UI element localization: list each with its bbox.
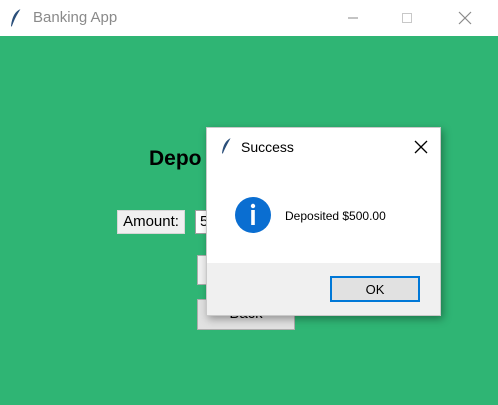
dialog-close-button[interactable]: [407, 134, 435, 160]
dialog-message: Deposited $500.00: [285, 209, 386, 223]
success-dialog: Success Deposited $500.00 OK: [206, 127, 441, 316]
page-heading: Depo: [149, 147, 202, 170]
feather-icon: [11, 8, 22, 28]
window-title: Banking App: [33, 9, 118, 26]
dialog-title: Success: [241, 139, 294, 155]
close-icon: [414, 140, 428, 154]
maximize-icon: [402, 13, 412, 23]
ok-button[interactable]: OK: [330, 276, 420, 302]
maximize-button[interactable]: [384, 0, 430, 36]
close-icon: [458, 11, 472, 25]
feather-icon: [222, 137, 232, 155]
minimize-button[interactable]: [330, 0, 376, 36]
amount-label: Amount:: [117, 210, 185, 234]
close-button[interactable]: [442, 0, 488, 36]
dialog-footer: OK: [207, 263, 440, 315]
title-bar: Banking App: [0, 0, 498, 36]
minimize-icon: [348, 17, 358, 19]
info-icon: [235, 197, 271, 233]
